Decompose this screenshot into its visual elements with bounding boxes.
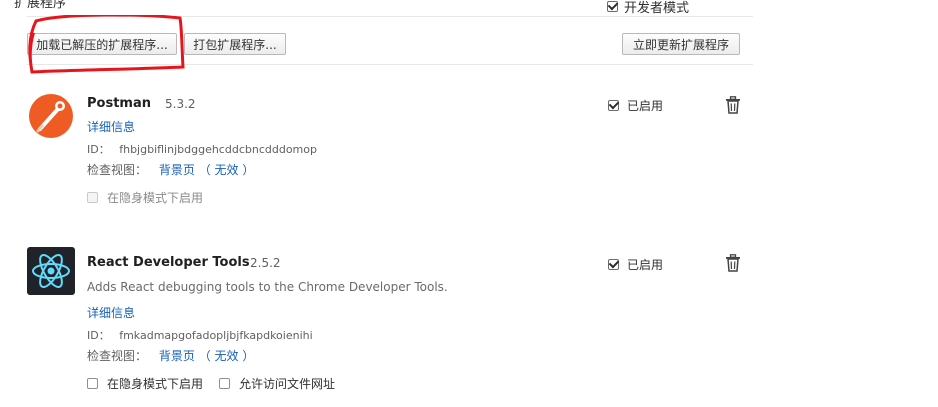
extension-id: ID： fhbjgbiflinjbdggehcddcbncdddomop — [87, 141, 317, 157]
enabled-toggle[interactable]: 已启用 — [608, 256, 663, 273]
enabled-toggle[interactable]: 已启用 — [608, 97, 663, 114]
id-label: ID： — [87, 329, 110, 342]
incognito-label: 在隐身模式下启用 — [107, 191, 204, 205]
file-access-checkbox[interactable] — [219, 378, 230, 389]
file-access-label: 允许访问文件网址 — [239, 377, 336, 391]
enabled-checkbox[interactable] — [608, 100, 619, 111]
inspect-views: 检查视图： 背景页 （ 无效 ） — [87, 161, 254, 178]
inspect-status: （ 无效 ） — [198, 163, 255, 177]
details-link[interactable]: 详细信息 — [87, 118, 135, 135]
extension-name: React Developer Tools — [87, 255, 250, 270]
trash-icon[interactable] — [725, 254, 741, 272]
enabled-label: 已启用 — [627, 99, 664, 113]
background-page-link[interactable]: 背景页 — [159, 163, 195, 177]
inspect-label: 检查视图： — [87, 163, 148, 177]
inspect-label: 检查视图： — [87, 349, 148, 363]
enabled-checkbox[interactable] — [608, 259, 619, 270]
developer-mode-label: 开发者模式 — [624, 1, 690, 16]
update-extensions-button[interactable]: 立即更新扩展程序 — [622, 33, 740, 55]
red-annotation-outline — [28, 15, 185, 74]
incognito-option[interactable]: 在隐身模式下启用 — [87, 189, 203, 206]
postman-icon — [29, 94, 73, 138]
developer-mode-checkbox[interactable] — [607, 1, 618, 12]
id-value: fhbjgbiflinjbdggehcddcbncdddomop — [119, 143, 317, 156]
details-link[interactable]: 详细信息 — [87, 304, 135, 321]
extension-version: 2.5.2 — [250, 256, 281, 270]
incognito-checkbox[interactable] — [87, 378, 98, 389]
inspect-status: （ 无效 ） — [198, 349, 255, 363]
pack-extension-button[interactable]: 打包扩展程序... — [184, 33, 286, 55]
id-value: fmkadmapgofadopljbjfkapdkoienihi — [119, 329, 313, 342]
react-icon — [27, 247, 75, 295]
file-access-option[interactable]: 允许访问文件网址 — [219, 375, 335, 392]
inspect-views: 检查视图： 背景页 （ 无效 ） — [87, 347, 254, 364]
page-title: 扩展程序 — [14, 0, 67, 11]
incognito-label: 在隐身模式下启用 — [107, 377, 204, 391]
incognito-option[interactable]: 在隐身模式下启用 — [87, 375, 203, 392]
extension-name: Postman — [87, 96, 151, 111]
id-label: ID： — [87, 143, 110, 156]
incognito-checkbox[interactable] — [87, 192, 98, 203]
enabled-label: 已启用 — [627, 258, 664, 272]
extension-description: Adds React debugging tools to the Chrome… — [87, 280, 448, 294]
trash-icon[interactable] — [725, 96, 741, 114]
developer-mode-toggle[interactable]: 开发者模式 — [607, 0, 689, 16]
extension-version: 5.3.2 — [165, 97, 196, 111]
background-page-link[interactable]: 背景页 — [159, 349, 195, 363]
extension-id: ID： fmkadmapgofadopljbjfkapdkoienihi — [87, 327, 313, 343]
